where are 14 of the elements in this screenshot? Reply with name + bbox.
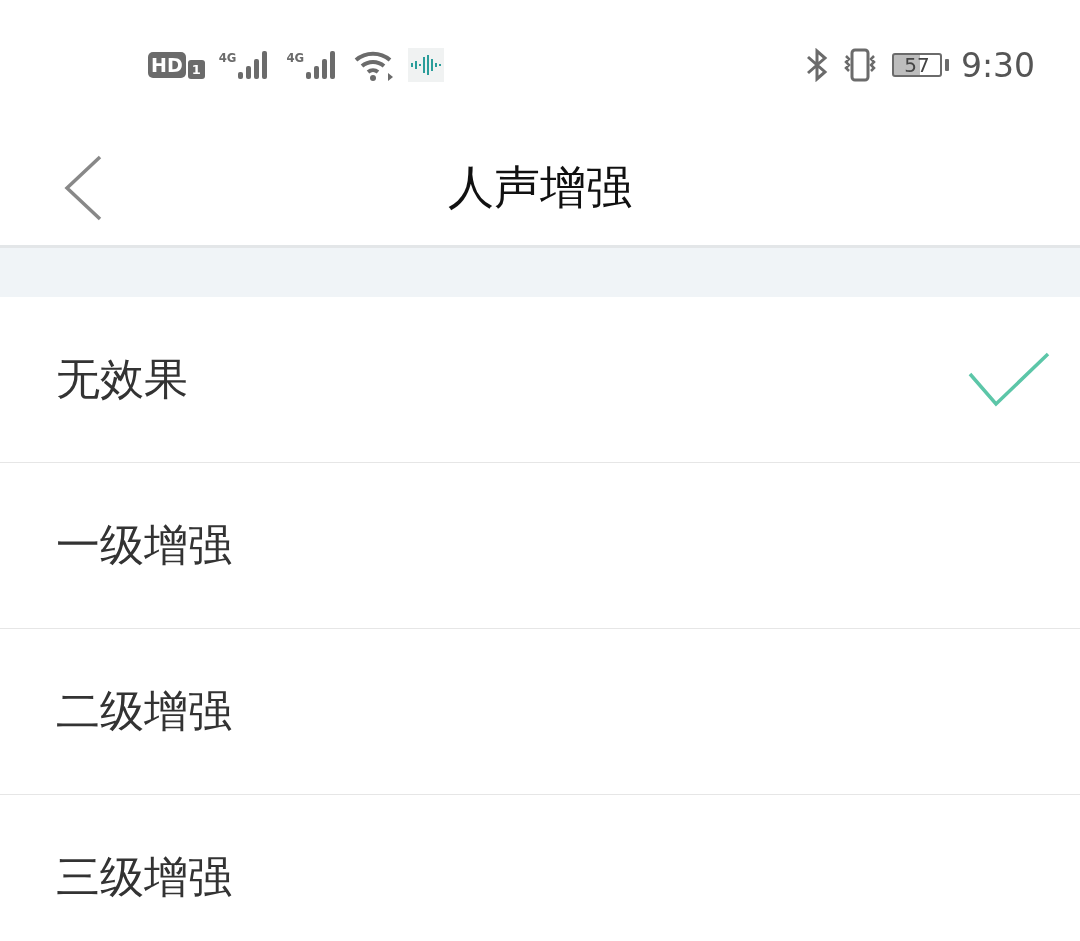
option-row[interactable]: 一级增强 (0, 463, 1080, 629)
hd-badge: HD (148, 52, 186, 78)
back-icon[interactable] (62, 154, 104, 222)
sim-badge: 1 (187, 59, 205, 79)
option-row[interactable]: 三级增强 (0, 795, 1080, 941)
option-row[interactable]: 二级增强 (0, 629, 1080, 795)
wifi-icon (354, 49, 395, 81)
bluetooth-icon (805, 48, 828, 82)
network-label: 4G (218, 50, 237, 65)
sound-wave-icon (408, 48, 445, 82)
page-title: 人声增强 (448, 158, 632, 216)
clock: 9:30 (960, 45, 1035, 85)
option-row[interactable]: 无效果 (0, 297, 1080, 463)
network-label: 4G (286, 50, 305, 65)
